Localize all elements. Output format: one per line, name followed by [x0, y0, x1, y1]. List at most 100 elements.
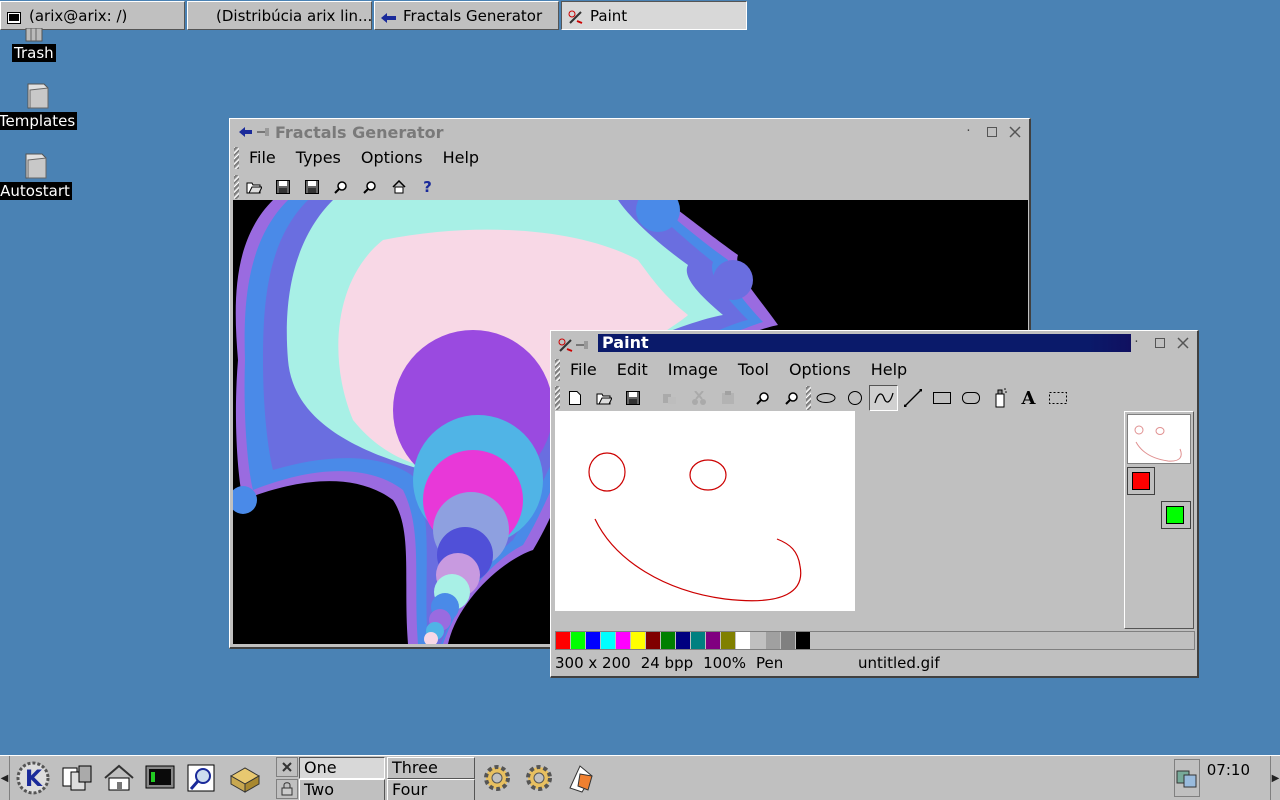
close-icon[interactable]: [1007, 124, 1022, 139]
cut-icon[interactable]: [655, 385, 684, 411]
menu-types[interactable]: Types: [286, 147, 351, 169]
minimize-icon[interactable]: ·: [1129, 335, 1144, 350]
terminal-icon: [7, 10, 21, 24]
spray-icon[interactable]: [985, 385, 1014, 411]
maximize-icon[interactable]: [1152, 335, 1167, 350]
zoom-in-icon[interactable]: [326, 174, 355, 200]
menu-help[interactable]: Help: [861, 359, 917, 381]
close-desktop-icon[interactable]: [276, 757, 298, 777]
palette-swatch[interactable]: [631, 632, 646, 649]
save-icon[interactable]: [268, 174, 297, 200]
task-browser[interactable]: (Distribúcia arix lin...: [187, 1, 372, 30]
network-tray-icon[interactable]: [1174, 759, 1200, 797]
home-icon[interactable]: [384, 174, 413, 200]
palette-swatch[interactable]: [586, 632, 601, 649]
file-finder-icon[interactable]: [184, 759, 222, 797]
desktop-two[interactable]: Two: [299, 779, 385, 800]
smiley-drawing: [588, 452, 802, 602]
desktop-icon-trash[interactable]: Trash: [12, 28, 56, 62]
pen-icon[interactable]: [869, 385, 898, 411]
palette-swatch[interactable]: [646, 632, 661, 649]
palette-swatch[interactable]: [571, 632, 586, 649]
selection-icon[interactable]: [1043, 385, 1072, 411]
lock-screen-icon[interactable]: [276, 779, 298, 799]
control-center-icon[interactable]: [226, 759, 264, 797]
zoom-out-icon[interactable]: [777, 385, 806, 411]
menu-file[interactable]: File: [560, 359, 607, 381]
close-icon[interactable]: [1175, 335, 1190, 350]
status-size: 300 x 200: [555, 654, 631, 672]
copy-icon[interactable]: [684, 385, 713, 411]
background-color[interactable]: [1161, 501, 1191, 529]
foreground-swatch: [1132, 472, 1150, 490]
menu-tool[interactable]: Tool: [728, 359, 779, 381]
menu-help[interactable]: Help: [433, 147, 489, 169]
text-icon[interactable]: A: [1014, 385, 1043, 411]
palette-swatch[interactable]: [751, 632, 766, 649]
palette-swatch[interactable]: [706, 632, 721, 649]
drawing-canvas[interactable]: [555, 411, 855, 611]
task-paint[interactable]: Paint: [561, 1, 747, 30]
paint-titlebar[interactable]: Paint ·: [554, 334, 1194, 356]
palette-swatch[interactable]: [781, 632, 796, 649]
foreground-color[interactable]: [1127, 467, 1155, 495]
desktop-icon-templates[interactable]: Templates: [0, 80, 78, 130]
panel-hide-right-icon[interactable]: ▶: [1270, 756, 1280, 800]
circle-icon[interactable]: [840, 385, 869, 411]
menu-edit[interactable]: Edit: [607, 359, 658, 381]
zoom-out-icon[interactable]: [355, 174, 384, 200]
palette-swatch[interactable]: [691, 632, 706, 649]
minimize-icon[interactable]: ·: [961, 124, 976, 139]
paste-icon[interactable]: [713, 385, 742, 411]
desktop-icon-autostart[interactable]: Autostart: [0, 150, 72, 200]
pin-icon[interactable]: [576, 340, 590, 350]
palette-swatch[interactable]: [616, 632, 631, 649]
ellipse-icon[interactable]: [811, 385, 840, 411]
home-folder-icon[interactable]: [100, 759, 138, 797]
menu-options[interactable]: Options: [779, 359, 861, 381]
task-label: (Distribúcia arix lin...: [216, 6, 372, 25]
palette-swatch[interactable]: [661, 632, 676, 649]
rectangle-icon[interactable]: [927, 385, 956, 411]
panel-hide-left-icon[interactable]: ◀: [0, 756, 10, 800]
paint-side-panel: [1124, 411, 1194, 629]
open-icon[interactable]: [239, 174, 268, 200]
palette-swatch[interactable]: [676, 632, 691, 649]
fractals-titlebar[interactable]: Fractals Generator ·: [233, 121, 1026, 143]
palette-swatch[interactable]: [766, 632, 781, 649]
gear-icon[interactable]: [520, 759, 558, 797]
palette-swatch[interactable]: [736, 632, 751, 649]
terminal-launcher-icon[interactable]: [142, 759, 180, 797]
desktop-three[interactable]: Three: [387, 757, 475, 779]
maximize-icon[interactable]: [984, 124, 999, 139]
palette-swatch[interactable]: [796, 632, 811, 649]
menu-image[interactable]: Image: [658, 359, 728, 381]
thumbnail-preview[interactable]: [1127, 414, 1191, 464]
palette-swatch[interactable]: [721, 632, 736, 649]
new-icon[interactable]: [560, 385, 589, 411]
help-icon[interactable]: ?: [413, 174, 442, 200]
save-as-icon[interactable]: [297, 174, 326, 200]
task-terminal[interactable]: (arix@arix: /): [0, 1, 185, 30]
rounded-rect-icon[interactable]: [956, 385, 985, 411]
pin-icon[interactable]: [257, 127, 271, 137]
menu-options[interactable]: Options: [351, 147, 433, 169]
clock[interactable]: 07:10: [1207, 761, 1250, 779]
window-list-icon[interactable]: [58, 759, 96, 797]
palette-swatch[interactable]: [601, 632, 616, 649]
task-label: Paint: [590, 6, 628, 25]
paint-app-icon: [568, 10, 583, 24]
gear-icon[interactable]: [478, 759, 516, 797]
desktop-four[interactable]: Four: [387, 779, 475, 800]
open-icon[interactable]: [589, 385, 618, 411]
zoom-in-icon[interactable]: [748, 385, 777, 411]
task-fractals[interactable]: Fractals Generator: [374, 1, 559, 30]
menu-file[interactable]: File: [239, 147, 286, 169]
palette-swatch[interactable]: [556, 632, 571, 649]
k-menu-icon[interactable]: K: [14, 759, 52, 797]
save-icon[interactable]: [618, 385, 647, 411]
line-icon[interactable]: [898, 385, 927, 411]
paint-app-icon: [558, 338, 573, 352]
editor-launcher-icon[interactable]: [562, 759, 600, 797]
desktop-one[interactable]: One: [299, 757, 385, 779]
